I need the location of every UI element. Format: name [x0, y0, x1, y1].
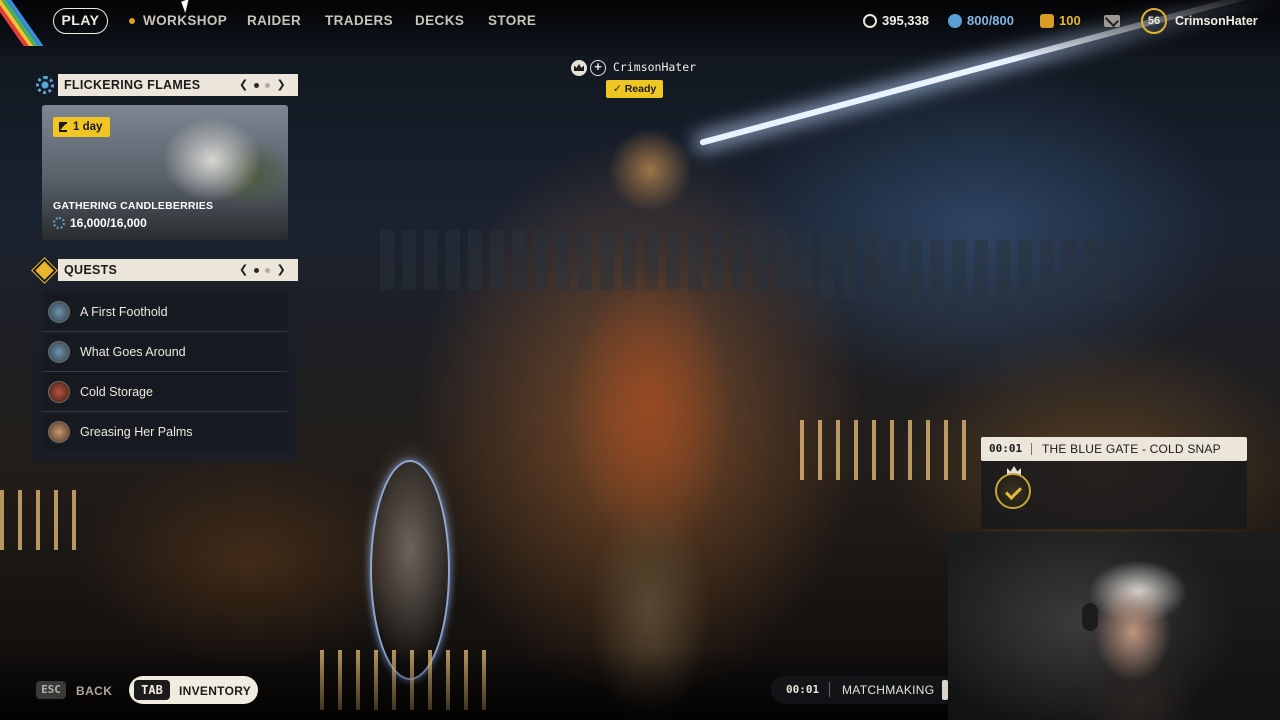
gear-icon: [36, 76, 54, 94]
bunting-flags: [820, 240, 1120, 300]
tab-key[interactable]: TAB: [134, 680, 170, 700]
seed-icon: [948, 13, 962, 28]
quest-giver-avatar: [48, 421, 70, 443]
chevron-right-icon[interactable]: ❯: [276, 259, 286, 281]
matchmaking-label: MATCHMAKING: [842, 683, 935, 697]
squad-leader-name: CrimsonHater: [613, 60, 697, 74]
event-progress: 16,000/16,000: [53, 216, 147, 230]
seeds-counter: 800/800: [948, 13, 1014, 28]
nav-traders[interactable]: TRADERS: [325, 13, 393, 28]
candles: [800, 420, 980, 480]
nav-store[interactable]: STORE: [488, 13, 536, 28]
event-card[interactable]: 1 day GATHERING CANDLEBERRIES 16,000/16,…: [42, 105, 288, 240]
gear-icon: [53, 217, 65, 229]
coins-counter: 395,338: [863, 13, 929, 28]
match-header: 00:01 THE BLUE GATE - COLD SNAP: [981, 437, 1247, 461]
token-icon: [1040, 13, 1054, 28]
event-title: FLICKERING FLAMES: [64, 78, 201, 92]
quest-label: Cold Storage: [80, 384, 153, 399]
nav-decks[interactable]: DECKS: [415, 13, 464, 28]
quest-label: Greasing Her Palms: [80, 425, 193, 439]
nav-workshop[interactable]: WORKSHOP: [143, 13, 227, 28]
quests-pager: ❮ ❯: [239, 259, 286, 281]
event-name: GATHERING CANDLEBERRIES: [53, 200, 214, 212]
time-left-text: 1 day: [73, 121, 103, 133]
divider: [829, 682, 830, 697]
tokens-value: 100: [1059, 13, 1081, 28]
player-name[interactable]: CrimsonHater: [1175, 14, 1258, 28]
ready-status-badge: ✓ Ready: [606, 80, 664, 98]
pager-dot: [254, 267, 260, 273]
pager-dot: [265, 267, 271, 273]
candles: [0, 490, 90, 550]
match-squad: [981, 461, 1247, 529]
nav-raider[interactable]: RAIDER: [247, 13, 301, 28]
quest-item[interactable]: Cold Storage: [43, 372, 287, 412]
play-button[interactable]: PLAY: [53, 8, 108, 34]
back-button[interactable]: BACK: [76, 684, 112, 698]
mail-icon[interactable]: [1104, 15, 1120, 27]
coin-icon: [863, 13, 877, 28]
esc-key[interactable]: ESC: [36, 681, 66, 699]
quest-giver-avatar: [48, 300, 70, 323]
quest-item[interactable]: What Goes Around: [43, 332, 287, 372]
tokens-counter: 100: [1040, 13, 1081, 28]
quest-label: What Goes Around: [80, 344, 186, 359]
quests-header: QUESTS ❮ ❯: [58, 259, 298, 281]
match-title: THE BLUE GATE - COLD SNAP: [1042, 442, 1221, 456]
quest-giver-avatar: [48, 380, 70, 403]
seeds-value: 800/800: [967, 13, 1014, 28]
time-left-badge: 1 day: [53, 117, 111, 137]
squad-member-ready-icon: [995, 473, 1031, 509]
hourglass-icon: [59, 122, 67, 132]
event-pager: ❮ ❯: [239, 74, 286, 96]
inventory-label[interactable]: INVENTORY: [179, 684, 251, 698]
plus-icon[interactable]: +: [590, 60, 606, 76]
headphone: [1082, 603, 1098, 631]
notification-dot-icon: [129, 18, 135, 24]
quests-list: A First Foothold What Goes Around Cold S…: [32, 287, 298, 462]
chevron-right-icon[interactable]: ❯: [276, 74, 286, 96]
chevron-left-icon[interactable]: ❮: [239, 259, 249, 281]
matchmaking-cancel-handle[interactable]: [942, 680, 948, 700]
chevron-left-icon[interactable]: ❮: [239, 74, 249, 96]
match-panel: 00:01 THE BLUE GATE - COLD SNAP: [981, 437, 1247, 529]
event-progress-value: 16,000/16,000: [70, 216, 147, 230]
quests-title: QUESTS: [64, 263, 118, 277]
coins-value: 395,338: [882, 13, 929, 28]
quest-giver-avatar: [48, 340, 70, 363]
quest-item[interactable]: Greasing Her Palms: [43, 412, 287, 452]
quest-item[interactable]: A First Foothold: [43, 292, 287, 332]
divider: [1031, 443, 1032, 455]
player-character: [520, 110, 780, 720]
event-header: FLICKERING FLAMES ❮ ❯: [58, 74, 298, 96]
webcam-overlay: [948, 532, 1280, 720]
ready-status-text: Ready: [624, 83, 657, 95]
top-navigation: PLAY WORKSHOP RAIDER TRADERS DECKS STORE…: [0, 0, 1280, 42]
quest-label: A First Foothold: [80, 304, 168, 319]
crown-icon: [571, 60, 587, 76]
match-timer: 00:01: [989, 442, 1023, 455]
statue-light-wire: [370, 460, 450, 680]
pager-dot: [254, 82, 260, 88]
player-level-badge[interactable]: 56: [1141, 8, 1167, 34]
pager-dot: [265, 82, 271, 88]
matchmaking-timer: 00:01: [786, 683, 820, 696]
